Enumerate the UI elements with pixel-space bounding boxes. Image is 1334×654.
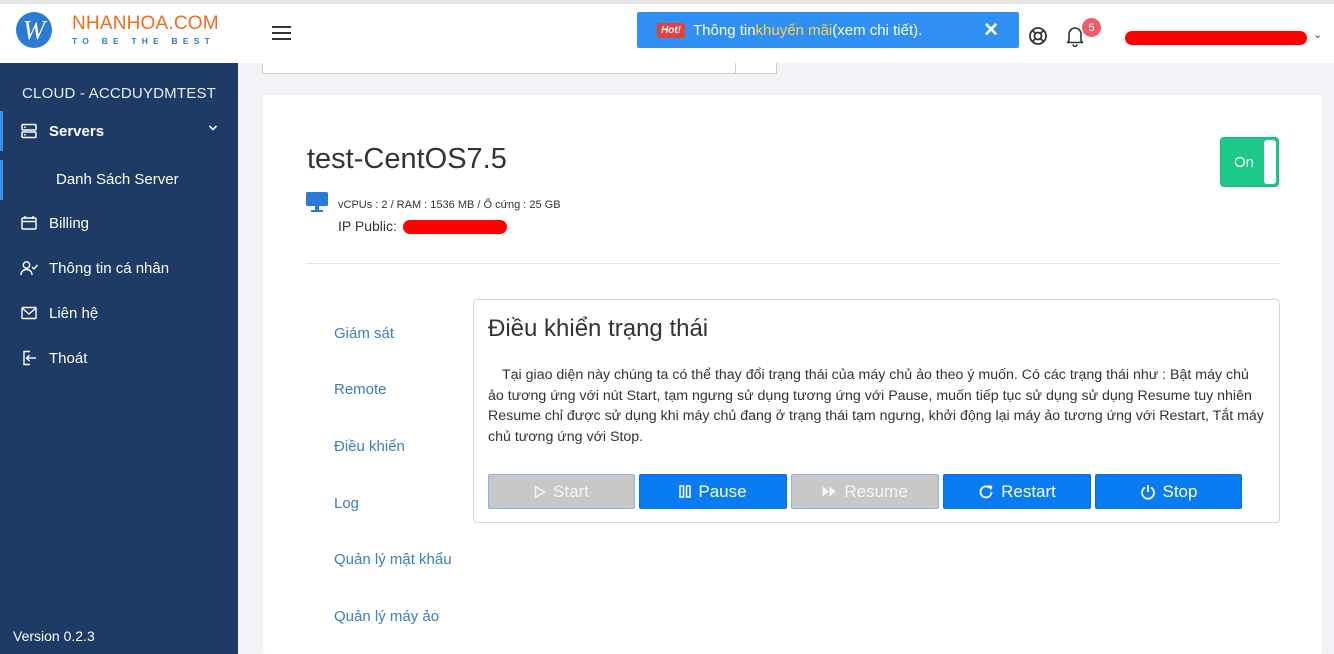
sidebar-item-label: Thoát — [49, 349, 88, 367]
sidebar-item-label: Servers — [49, 122, 105, 140]
restart-button[interactable]: Restart — [943, 474, 1091, 509]
power-icon — [1140, 484, 1156, 500]
sidebar-item-label: Liên hệ — [49, 304, 99, 322]
refresh-icon — [978, 484, 994, 500]
sidebar-item-profile[interactable]: Thông tin cá nhân — [0, 248, 238, 288]
notification-badge: 5 — [1082, 18, 1101, 37]
mail-icon — [20, 304, 38, 322]
button-label: Stop — [1162, 481, 1198, 501]
server-specs: vCPUs : 2 / RAM : 1536 MB / Ổ cứng : 25 … — [338, 199, 561, 211]
sidebar-subitem-server-list[interactable]: Danh Sách Server — [0, 160, 238, 200]
control-panel: Điều khiển trạng thái Tại giao diện này … — [473, 299, 1280, 523]
promo-text-after: (xem chi tiết). — [832, 21, 923, 39]
monitor-icon — [306, 192, 328, 212]
ip-address-redacted — [403, 220, 507, 234]
tab-log[interactable]: Log — [334, 495, 359, 512]
stop-button[interactable]: Stop — [1095, 474, 1242, 509]
pause-button[interactable]: Pause — [639, 474, 787, 509]
server-icon — [20, 122, 38, 140]
app-version: Version 0.2.3 — [13, 628, 95, 644]
chevron-down-icon[interactable]: ⌄ — [1313, 28, 1322, 41]
user-icon — [20, 259, 38, 277]
promo-text-highlight: khuyến mãi — [755, 21, 833, 39]
server-name: test-CentOS7.5 — [307, 143, 507, 175]
fast-forward-icon — [822, 486, 837, 497]
play-icon — [534, 485, 546, 499]
button-label: Restart — [1001, 481, 1056, 501]
tab-password-management[interactable]: Quản lý mật khẩu — [334, 551, 452, 568]
ip-public-label: IP Public: — [338, 218, 397, 234]
pause-icon — [679, 485, 692, 498]
user-name-redacted[interactable] — [1125, 31, 1307, 45]
sidebar-item-servers[interactable]: Servers — [0, 111, 238, 151]
close-icon[interactable]: ✕ — [983, 19, 999, 42]
sidebar-item-billing[interactable]: Billing — [0, 203, 238, 243]
button-label: Resume — [844, 481, 908, 501]
tab-vm-management[interactable]: Quản lý máy ảo — [334, 608, 439, 625]
tab-control[interactable]: Điều khiển — [334, 438, 405, 455]
promo-banner[interactable]: Hot! Thông tin khuyến mãi (xem chi tiết)… — [637, 12, 1019, 48]
start-button[interactable]: Start — [488, 474, 635, 509]
sidebar-item-label: Thông tin cá nhân — [49, 259, 170, 277]
server-detail-card: test-CentOS7.5 On vCPUs : 2 / RAM : 1536… — [263, 95, 1322, 654]
sidebar: CLOUD - ACCDUYDMTEST Servers Danh Sách S… — [0, 63, 238, 654]
account-name: CLOUD - ACCDUYDMTEST — [22, 85, 217, 102]
search-box-edge[interactable] — [262, 63, 777, 74]
chevron-down-icon — [208, 123, 218, 136]
top-header: W NHANHOA.COM TO BE THE BEST Hot! Thông … — [0, 0, 1334, 63]
power-toggle[interactable]: On — [1220, 137, 1279, 187]
sidebar-item-logout[interactable]: Thoát — [0, 338, 238, 378]
logo-tagline: TO BE THE BEST — [72, 36, 216, 46]
button-label: Pause — [698, 481, 747, 501]
tab-monitoring[interactable]: Giám sát — [334, 325, 394, 342]
promo-text-before: Thông tin — [693, 21, 756, 39]
power-status-label: On — [1234, 154, 1255, 171]
logout-icon — [20, 349, 38, 367]
brand-logo[interactable]: W NHANHOA.COM TO BE THE BEST — [16, 12, 219, 48]
logo-mark: W — [16, 12, 52, 48]
logo-title: NHANHOA.COM — [72, 13, 219, 34]
section-divider — [306, 263, 1280, 264]
hot-badge: Hot! — [657, 22, 685, 38]
billing-icon — [20, 214, 38, 232]
search-box-divider — [735, 63, 736, 74]
panel-title: Điều khiển trạng thái — [488, 315, 709, 342]
toggle-knob — [1264, 140, 1276, 184]
sidebar-item-contact[interactable]: Liên hệ — [0, 293, 238, 333]
menu-toggle-icon[interactable] — [272, 26, 291, 40]
tab-remote[interactable]: Remote — [334, 381, 387, 398]
resume-button[interactable]: Resume — [791, 474, 939, 509]
panel-description: Tại giao diện này chúng ta có thể thay đ… — [488, 367, 1264, 445]
sidebar-item-label: Billing — [49, 214, 90, 232]
lifebuoy-icon[interactable] — [1028, 26, 1048, 46]
button-label: Start — [553, 481, 589, 501]
